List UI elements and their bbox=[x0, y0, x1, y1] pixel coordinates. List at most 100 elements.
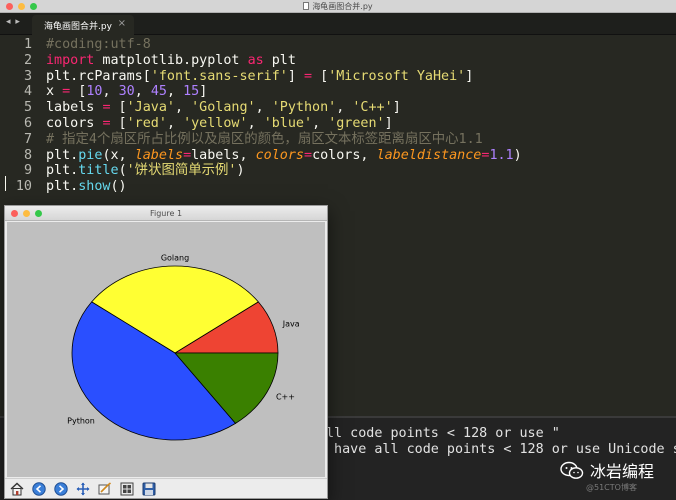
code-line[interactable]: 3 plt.rcParams['font.sans-serif'] = ['Mic… bbox=[0, 69, 676, 85]
tab-label: 海龟画图合并.py bbox=[44, 22, 112, 32]
code-token: # 指定4个扇区所占比例以及扇区的颜色，扇区文本标签距离扇区中心1.1 bbox=[46, 131, 483, 147]
code-token: [ bbox=[70, 84, 87, 100]
figure-canvas[interactable]: Java Golang Python C++ bbox=[7, 222, 325, 477]
code-token: , bbox=[134, 84, 151, 100]
code-text: import matplotlib.pyplot as plt bbox=[46, 53, 296, 69]
code-token: 'blue' bbox=[263, 115, 313, 131]
tab-active-file[interactable]: 海龟画图合并.py × bbox=[32, 15, 134, 35]
code-token: = bbox=[183, 147, 192, 163]
tab-close-icon[interactable]: × bbox=[118, 18, 126, 29]
forward-icon[interactable] bbox=[53, 481, 69, 497]
code-token: as bbox=[247, 52, 264, 68]
watermark-subtext: @51CTO博客 bbox=[586, 483, 637, 492]
code-token: , bbox=[166, 84, 184, 100]
pie-label: C++ bbox=[276, 392, 295, 401]
code-token: = bbox=[304, 147, 313, 163]
code-token: , bbox=[247, 115, 264, 131]
code-token: = bbox=[102, 100, 111, 116]
code-token: [ bbox=[312, 68, 329, 84]
code-token: colors bbox=[46, 115, 103, 131]
code-token: , bbox=[175, 100, 192, 116]
editor-titlebar: 海龟画图合并.py bbox=[0, 0, 676, 13]
pie-chart: Java Golang Python C++ bbox=[67, 253, 300, 441]
code-token: [ bbox=[110, 100, 127, 116]
code-token: ] bbox=[465, 68, 474, 84]
code-text: plt.show() bbox=[46, 179, 127, 195]
code-line[interactable]: 2 import matplotlib.pyplot as plt bbox=[0, 53, 676, 69]
code-token: show bbox=[78, 179, 111, 195]
code-token: matplotlib.pyplot bbox=[94, 52, 248, 68]
console-line: have all code points < 128 or use Unicod… bbox=[326, 442, 676, 457]
code-text: # 指定4个扇区所占比例以及扇区的颜色，扇区文本标签距离扇区中心1.1 bbox=[46, 132, 483, 148]
pie-label: Golang bbox=[161, 253, 189, 262]
code-token: 'C++' bbox=[352, 100, 393, 116]
figure-window[interactable]: Figure 1 Java Golang Python C++ bbox=[4, 205, 328, 499]
zoom-icon[interactable] bbox=[97, 481, 113, 497]
code-token: 'yellow' bbox=[183, 115, 248, 131]
code-line[interactable]: 1 #coding:utf-8 bbox=[0, 37, 676, 53]
code-token: , bbox=[166, 115, 184, 131]
line-number: 2 bbox=[23, 52, 32, 68]
code-token: 'Java' bbox=[126, 100, 175, 116]
text-caret bbox=[5, 176, 6, 191]
code-text: plt.pie(x, labels=labels, colors=colors,… bbox=[46, 148, 522, 164]
code-token: plt. bbox=[46, 147, 79, 163]
watermark-text: 冰岩编程 bbox=[590, 462, 655, 481]
code-token: = bbox=[304, 68, 313, 84]
figure-titlebar[interactable]: Figure 1 bbox=[5, 206, 327, 221]
save-icon[interactable] bbox=[141, 481, 157, 497]
code-token: colors bbox=[255, 147, 304, 163]
code-editor[interactable]: 1 #coding:utf-8 2 import matplotlib.pyplot … bbox=[0, 37, 676, 195]
line-number: 6 bbox=[23, 115, 32, 131]
code-token: 'Golang' bbox=[191, 100, 256, 116]
line-number: 3 bbox=[23, 68, 32, 84]
code-text: x = [10, 30, 45, 15] bbox=[46, 84, 207, 100]
configure-subplots-icon[interactable] bbox=[119, 481, 135, 497]
code-token: 'green' bbox=[328, 115, 385, 131]
console-line: ll code points < 128 or use " bbox=[326, 426, 560, 441]
code-token: '饼状图简单示例' bbox=[126, 163, 237, 179]
code-token: 'red' bbox=[126, 115, 167, 131]
code-token: labels, bbox=[191, 147, 256, 163]
code-token: () bbox=[110, 179, 127, 195]
code-line[interactable]: 9 plt.title('饼状图简单示例') bbox=[0, 163, 676, 179]
code-token: ) bbox=[513, 147, 522, 163]
tab-nav-arrows-icon[interactable]: ◂ ▸ bbox=[6, 17, 21, 27]
pan-icon[interactable] bbox=[75, 481, 91, 497]
line-number: 8 bbox=[23, 147, 32, 163]
code-line[interactable]: 6 colors = ['red', 'yellow', 'blue', 'gre… bbox=[0, 116, 676, 132]
code-line[interactable]: 10 plt.show() bbox=[0, 179, 676, 195]
code-token: 'Python' bbox=[271, 100, 337, 116]
code-line[interactable]: 5 labels = ['Java', 'Golang', 'Python', '… bbox=[0, 100, 676, 116]
code-text: plt.title('饼状图简单示例') bbox=[46, 163, 245, 179]
code-line[interactable]: 4 x = [10, 30, 45, 15] bbox=[0, 84, 676, 100]
code-token: (x, bbox=[102, 147, 135, 163]
line-number: 1 bbox=[23, 37, 32, 52]
code-token: [ bbox=[110, 115, 127, 131]
back-icon[interactable] bbox=[31, 481, 47, 497]
code-token: = bbox=[102, 115, 111, 131]
code-token: labeldistance bbox=[376, 147, 482, 163]
code-line[interactable]: 8 plt.pie(x, labels=labels, colors=colors… bbox=[0, 148, 676, 164]
file-icon bbox=[303, 2, 310, 10]
code-token: 'Microsoft YaHei' bbox=[328, 68, 466, 84]
code-text: #coding:utf-8 bbox=[46, 37, 151, 53]
line-number: 4 bbox=[23, 84, 32, 100]
window-title-text: 海龟画图合并.py bbox=[312, 2, 373, 11]
code-token: #coding:utf-8 bbox=[46, 37, 151, 52]
window-title: 海龟画图合并.py bbox=[0, 0, 676, 13]
screen: 海龟画图合并.py ◂ ▸ 海龟画图合并.py × 1 #coding:utf-8… bbox=[0, 0, 676, 500]
figure-title: Figure 1 bbox=[149, 209, 183, 218]
code-token: 30 bbox=[118, 84, 135, 100]
line-number: 7 bbox=[23, 131, 32, 147]
code-text: colors = ['red', 'yellow', 'blue', 'gree… bbox=[46, 116, 393, 132]
code-token: ] bbox=[392, 100, 401, 116]
code-line[interactable]: 7 # 指定4个扇区所占比例以及扇区的颜色，扇区文本标签距离扇区中心1.1 bbox=[0, 132, 676, 148]
code-text: plt.rcParams['font.sans-serif'] = ['Micr… bbox=[46, 69, 473, 85]
line-number: 5 bbox=[23, 100, 32, 116]
code-token: plt bbox=[263, 52, 296, 68]
code-token: 45 bbox=[150, 84, 167, 100]
home-icon[interactable] bbox=[9, 481, 25, 497]
code-token: 1.1 bbox=[489, 147, 514, 163]
code-text: labels = ['Java', 'Golang', 'Python', 'C… bbox=[46, 100, 401, 116]
